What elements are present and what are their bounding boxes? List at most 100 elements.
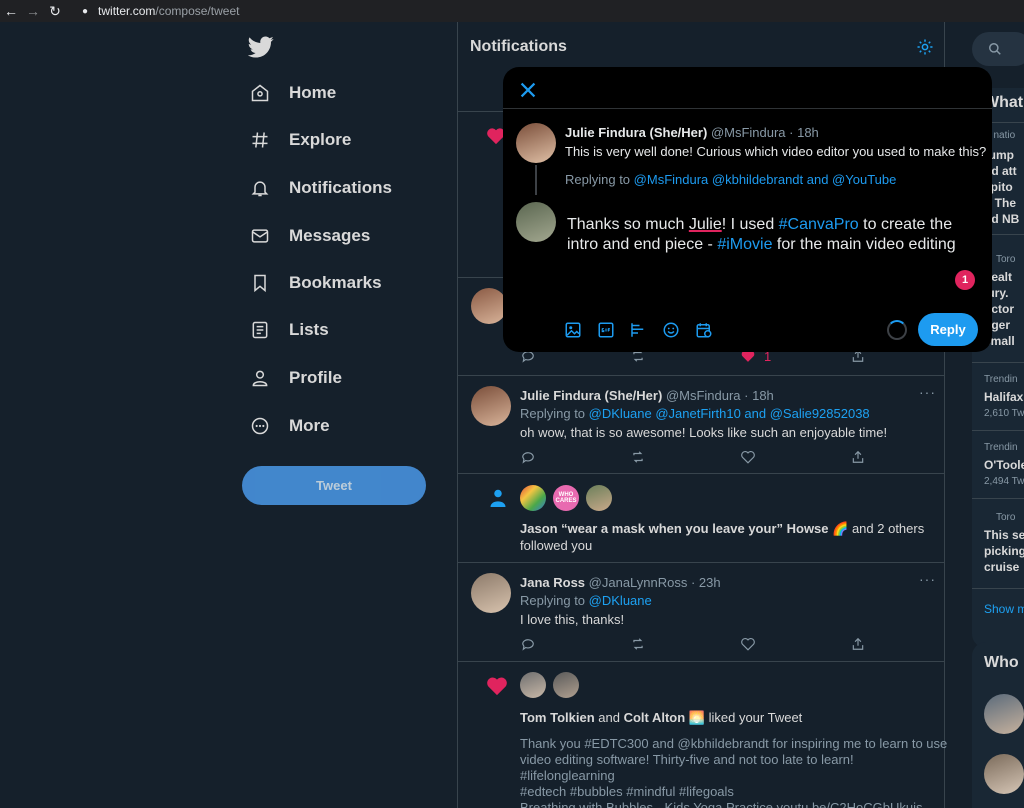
schedule-icon[interactable] (695, 321, 713, 339)
emoji-icon[interactable] (662, 321, 680, 339)
author-handle: @MsFindura · 18h (665, 388, 774, 403)
trend-label: Trendin (984, 374, 1018, 385)
replying-to-links[interactable]: @MsFindura @kbhildebrandt and @YouTube (634, 172, 897, 187)
address-bar[interactable]: ● twitter.com/compose/tweet (82, 4, 239, 18)
follower-name[interactable]: Jason “wear a mask when you leave your” … (520, 521, 848, 536)
avatar[interactable] (984, 754, 1024, 794)
draft-text: ! I used (721, 216, 779, 233)
more-dots-icon[interactable]: ··· (919, 571, 936, 587)
trend-source: Toro (996, 512, 1016, 523)
sidebar-item-home[interactable]: Home (248, 73, 336, 113)
sidebar-label-messages: Messages (289, 226, 371, 245)
browser-toolbar: ← → ↻ ● twitter.com/compose/tweet (0, 0, 1024, 22)
show-more-link[interactable]: Show m (984, 602, 1024, 616)
avatar[interactable] (520, 485, 546, 511)
who-title: Who (984, 654, 1019, 671)
sidebar-item-more[interactable]: More (248, 406, 330, 446)
left-sidebar: Home Explore Notifications Messages Book… (240, 22, 440, 808)
tweet-text: oh wow, that is so awesome! Looks like s… (520, 425, 888, 440)
notification-line2: followed you (520, 538, 593, 553)
who-to-follow-card: Who (972, 642, 1024, 808)
reply-icon[interactable] (521, 637, 535, 651)
gear-icon[interactable] (916, 38, 934, 56)
avatar[interactable] (516, 123, 556, 163)
sidebar-item-lists[interactable]: Lists (248, 310, 329, 350)
tweet-author[interactable]: Julie Findura (She/Her) @MsFindura · 18h (520, 388, 774, 403)
heart-outline-icon[interactable] (741, 637, 755, 651)
trend-title[interactable]: O'Toole (984, 458, 1024, 472)
sidebar-item-bookmarks[interactable]: Bookmarks (248, 263, 382, 303)
compose-reply-modal: Julie Findura (She/Her) @MsFindura · 18h… (503, 67, 992, 352)
avatar[interactable] (984, 694, 1024, 734)
liked-tweet-line: video editing software! Thirty-five and … (520, 752, 854, 767)
divider (972, 498, 1024, 499)
replying-to-links[interactable]: @DKluane @JanetFirth10 and @Salie9285203… (589, 406, 870, 421)
notification-suffix: liked your Tweet (704, 710, 803, 725)
image-icon[interactable] (564, 321, 582, 339)
avatar[interactable] (586, 485, 612, 511)
divider (503, 108, 992, 109)
share-icon[interactable] (851, 637, 865, 651)
divider (972, 430, 1024, 431)
forward-arrow-icon[interactable]: → (22, 0, 44, 22)
sidebar-item-explore[interactable]: Explore (248, 120, 351, 160)
sidebar-item-notifications[interactable]: Notifications (248, 168, 392, 208)
retweet-icon[interactable] (631, 450, 645, 464)
original-tweet-text: This is very well done! Curious which vi… (565, 144, 987, 159)
tweet-button[interactable]: Tweet (242, 466, 426, 505)
trend-count: 2,610 Tw (984, 408, 1024, 419)
trend-line: picking (984, 544, 1024, 558)
replying-prefix: Replying to (565, 172, 631, 187)
search-input[interactable] (972, 32, 1024, 66)
like-notification[interactable]: Tom Tolkien and Colt Alton 🌅 liked your … (458, 662, 947, 808)
trend-title[interactable]: Halifax (984, 390, 1023, 404)
url-host: twitter.com (98, 4, 156, 18)
poll-icon[interactable] (629, 321, 647, 339)
tweet-item[interactable]: Julie Findura (She/Her) @MsFindura · 18h… (458, 376, 944, 474)
back-arrow-icon[interactable]: ← (0, 0, 22, 22)
search-icon (989, 43, 1001, 55)
reply-button[interactable]: Reply (918, 313, 978, 346)
twitter-logo-icon[interactable] (248, 34, 274, 60)
gif-icon[interactable] (597, 321, 615, 339)
character-counter: 1 (955, 270, 975, 290)
retweet-icon[interactable] (631, 637, 645, 651)
sidebar-label-notifications: Notifications (289, 178, 392, 197)
original-tweet-author[interactable]: Julie Findura (She/Her) @MsFindura · 18h (565, 125, 819, 140)
draft-hashtag: #iMovie (717, 236, 773, 253)
reload-icon[interactable]: ↻ (44, 0, 66, 22)
draft-text: for the main video editing (772, 236, 956, 253)
liked-tweet-line: #lifelonglearning (520, 768, 615, 783)
trend-line: This se (984, 528, 1024, 542)
draft-misspelled-word: Julie (688, 216, 722, 233)
avatar[interactable] (471, 288, 507, 324)
liker-name-2[interactable]: Colt Alton 🌅 (624, 710, 705, 725)
author-name: Julie Findura (She/Her) (565, 125, 708, 140)
liked-tweet-line: Breathing with Bubbles - Kids Yoga Pract… (520, 800, 923, 808)
liker-name-1[interactable]: Tom Tolkien (520, 710, 595, 725)
sidebar-label-profile: Profile (289, 368, 342, 387)
heart-outline-icon[interactable] (741, 450, 755, 464)
avatar[interactable] (553, 672, 579, 698)
avatar[interactable] (471, 573, 511, 613)
avatar[interactable] (520, 672, 546, 698)
sidebar-item-profile[interactable]: Profile (248, 358, 342, 398)
replying-to-links[interactable]: @DKluane (589, 593, 652, 608)
more-dots-icon[interactable]: ··· (919, 384, 936, 400)
close-icon[interactable] (517, 79, 539, 101)
sidebar-item-messages[interactable]: Messages (248, 216, 370, 256)
reply-icon[interactable] (521, 450, 535, 464)
share-icon[interactable] (851, 450, 865, 464)
heart-icon (487, 677, 507, 696)
tweet-author[interactable]: Jana Ross @JanaLynnRoss · 23h (520, 575, 721, 590)
sidebar-label-bookmarks: Bookmarks (289, 273, 382, 292)
avatar[interactable] (471, 386, 511, 426)
follow-notification[interactable]: WHO CARES Jason “wear a mask when you le… (458, 474, 944, 563)
draft-text: Thanks so much (567, 216, 689, 233)
author-name: Jana Ross (520, 575, 586, 590)
avatar[interactable]: WHO CARES (553, 485, 579, 511)
tweet-item[interactable]: Jana Ross @JanaLynnRoss · 23h ··· Replyi… (458, 563, 944, 662)
more-circle-icon (248, 414, 272, 438)
trend-count: 2,494 Tw (984, 476, 1024, 487)
reply-textarea[interactable]: Thanks so much Julie! I used #CanvaPro t… (567, 215, 967, 255)
